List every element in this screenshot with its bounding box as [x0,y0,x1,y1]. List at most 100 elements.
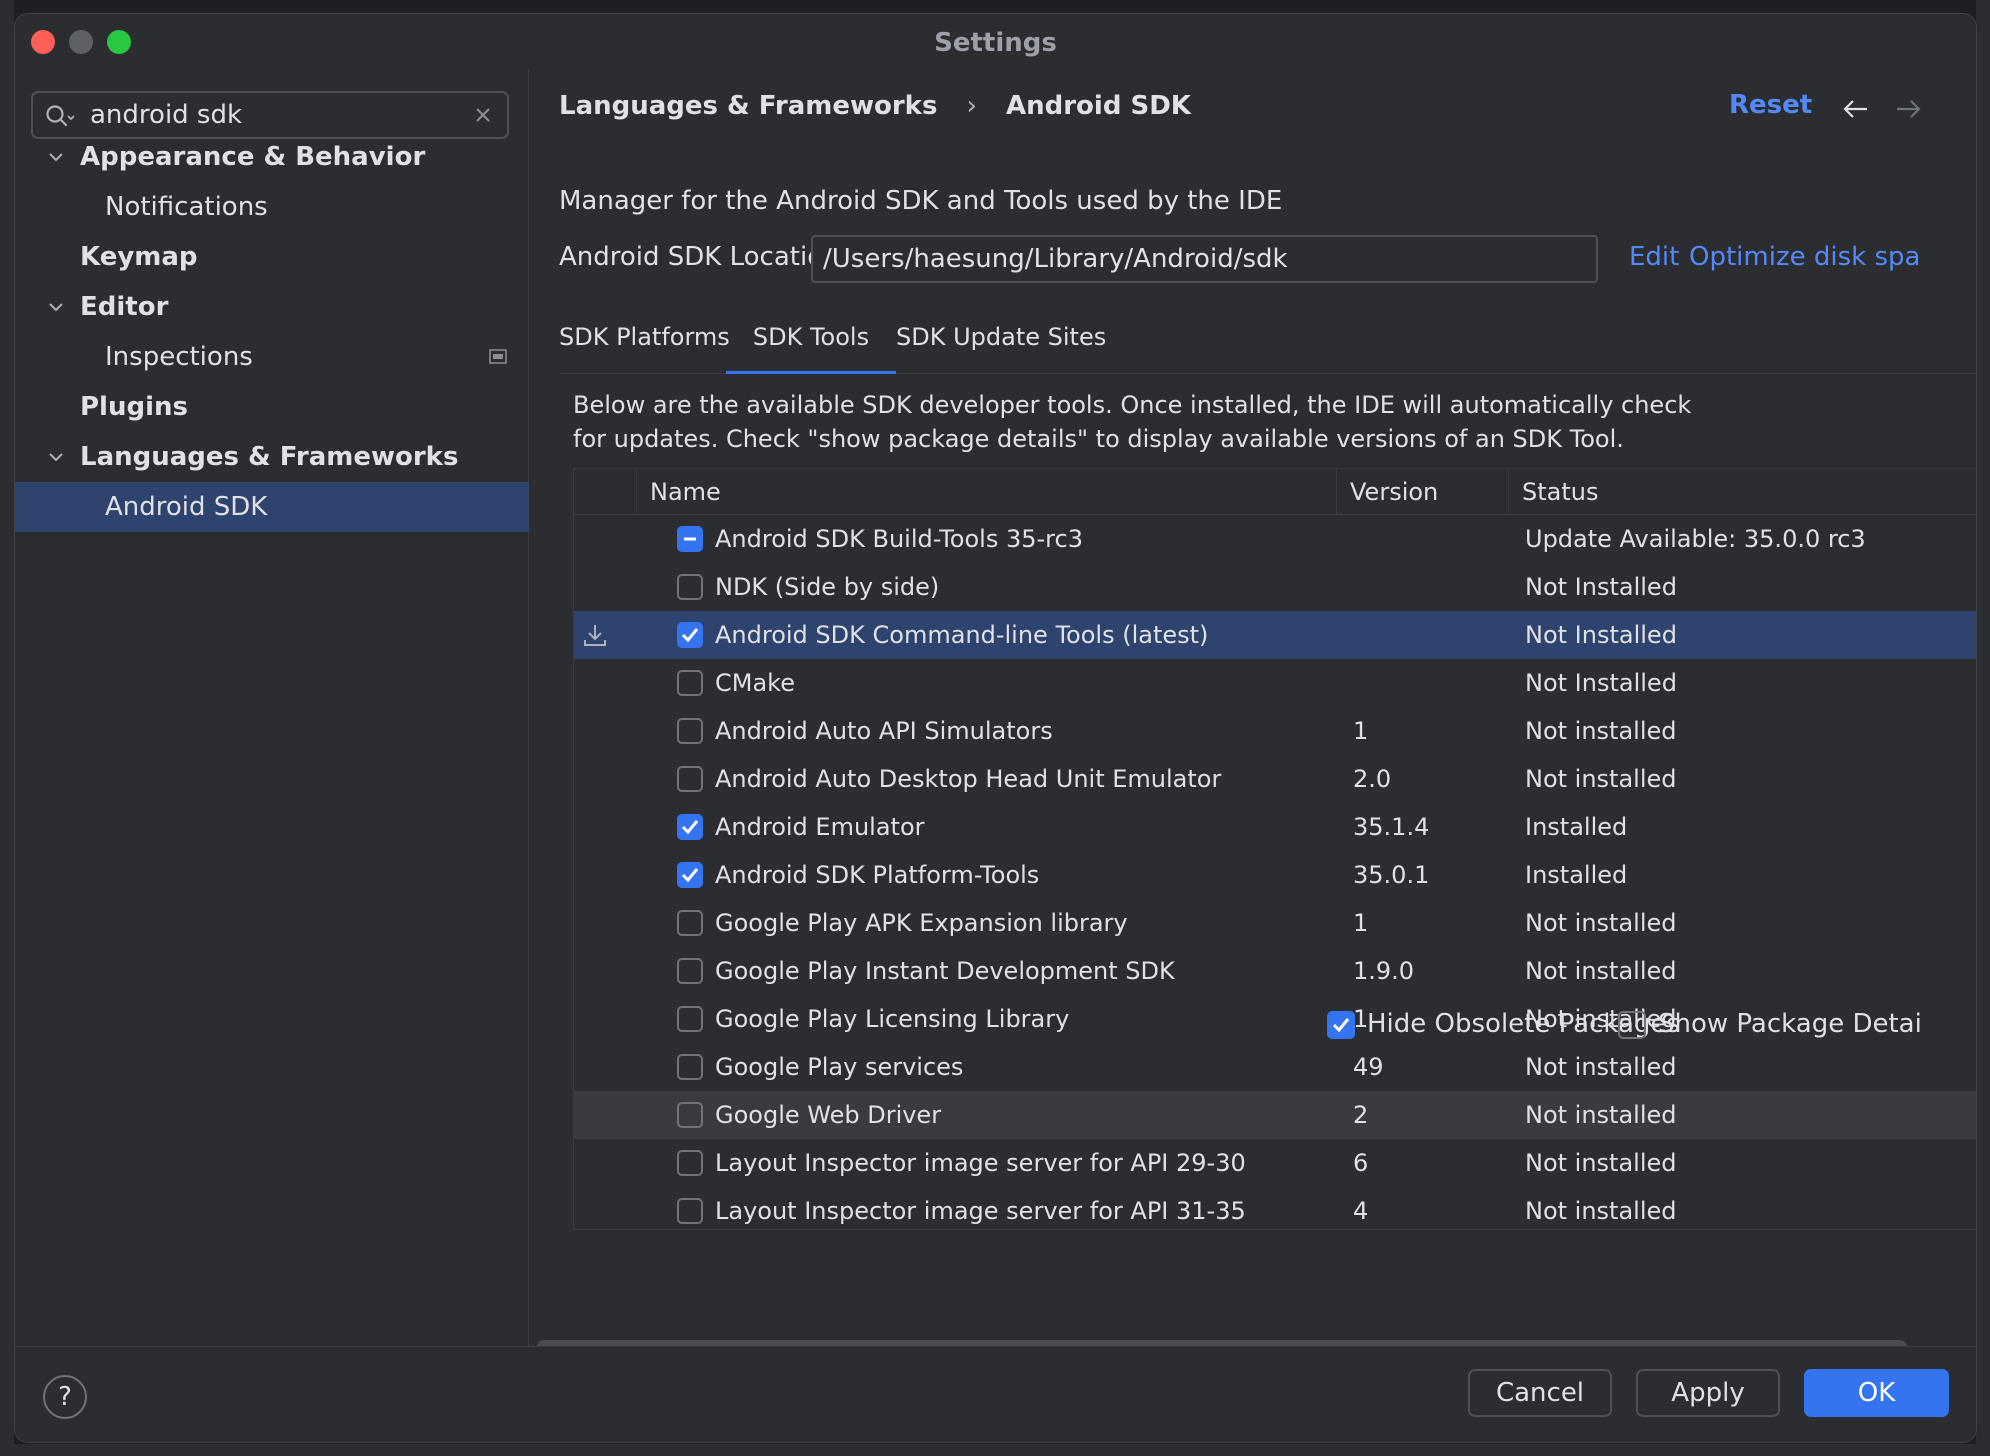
package-status: Not Installed [1525,669,1677,697]
tab-sdk-tools[interactable]: SDK Tools [726,304,896,375]
column-divider[interactable] [1508,469,1509,515]
cancel-button[interactable]: Cancel [1468,1369,1612,1417]
search-input[interactable] [90,97,450,133]
sidebar-item-label: Languages & Frameworks [80,442,459,472]
table-body: Android SDK Build-Tools 35-rc3 Update Ava… [574,515,1976,1229]
sidebar-item-languages-frameworks[interactable]: Languages & Frameworks [15,432,529,482]
arrow-left-icon[interactable] [1841,94,1871,124]
settings-sidebar: Appearance & Behavior Notifications Keym… [15,70,529,1346]
help-button[interactable]: ? [43,1375,87,1419]
arrow-right-icon[interactable] [1893,94,1923,124]
tab-sdk-update-sites[interactable]: SDK Update Sites [896,304,1106,374]
chevron-down-icon[interactable] [45,296,67,318]
row-checkbox[interactable] [677,574,703,600]
package-status: Update Available: 35.0.0 rc3 [1525,525,1866,553]
table-row[interactable]: Android SDK Command-line Tools (latest) N… [574,611,1976,659]
sdk-location-field[interactable] [811,235,1598,283]
main-panel: Languages & Frameworks › Android SDK Res… [529,70,1976,1354]
sidebar-item-notifications[interactable]: Notifications [15,182,529,232]
row-checkbox[interactable] [677,1150,703,1176]
dialog-footer: ? Cancel Apply OK [15,1346,1976,1442]
reset-link[interactable]: Reset [1729,90,1812,120]
checkbox[interactable] [1618,1011,1646,1039]
table-row[interactable]: Layout Inspector image server for API 31… [574,1187,1976,1229]
package-version: 35.1.4 [1353,813,1430,841]
table-row[interactable]: Android Auto Desktop Head Unit Emulator 2… [574,755,1976,803]
table-row[interactable]: CMake Not Installed [574,659,1976,707]
table-row[interactable]: Android Emulator 35.1.4 Installed [574,803,1976,851]
ide-right-strip [1976,0,1990,1456]
row-checkbox[interactable] [677,814,703,840]
breadcrumb-separator: › [966,90,977,121]
edit-location-link[interactable]: Edit [1629,242,1679,272]
package-version: 1 [1353,909,1369,937]
ok-button[interactable]: OK [1804,1369,1949,1417]
package-name: Android Emulator [715,813,925,841]
package-name: Google Play services [715,1053,964,1081]
table-row[interactable]: Google Web Driver 2 Not installed [574,1091,1976,1139]
apply-button[interactable]: Apply [1636,1369,1780,1417]
sidebar-item-inspections[interactable]: Inspections [15,332,529,382]
row-checkbox[interactable] [677,766,703,792]
sidebar-item-editor[interactable]: Editor [15,282,529,332]
page-description: Manager for the Android SDK and Tools us… [559,186,1283,216]
sdk-tools-table: Name Version Status Android SDK Build-To… [573,468,1976,1230]
search-icon[interactable] [45,104,75,130]
sidebar-item-android-sdk[interactable]: Android SDK [15,482,529,532]
sidebar-item-label: Notifications [105,192,268,222]
row-checkbox[interactable] [677,718,703,744]
sidebar-item-label: Keymap [80,242,198,272]
package-name: NDK (Side by side) [715,573,940,601]
package-options: Hide Obsolete Packages Show Package Deta… [529,1004,1976,1044]
sidebar-item-plugins[interactable]: Plugins [15,382,529,432]
row-checkbox[interactable] [677,1198,703,1224]
sidebar-item-appearance-behavior[interactable]: Appearance & Behavior [15,132,529,182]
row-checkbox[interactable] [677,622,703,648]
sidebar-item-label: Editor [80,292,169,322]
column-divider[interactable] [1336,469,1337,515]
package-name: Google Play Instant Development SDK [715,957,1175,985]
row-checkbox[interactable] [677,862,703,888]
table-row[interactable]: Android Auto API Simulators 1 Not installe… [574,707,1976,755]
sdk-tabs: SDK Platforms SDK Tools SDK Update Sites [559,304,1976,375]
title-bar: Settings [15,14,1976,70]
package-name: Android SDK Command-line Tools (latest) [715,621,1209,649]
sidebar-item-keymap[interactable]: Keymap [15,232,529,282]
package-status: Not Installed [1525,621,1677,649]
close-icon[interactable] [471,103,495,127]
sdk-tools-content: Below are the available SDK developer to… [559,374,1976,1310]
table-row[interactable]: NDK (Side by side) Not Installed [574,563,1976,611]
table-row[interactable]: Layout Inspector image server for API 29… [574,1139,1976,1187]
breadcrumb: Languages & Frameworks › Android SDK [559,90,1191,121]
package-status: Not Installed [1525,573,1677,601]
row-checkbox[interactable] [677,1054,703,1080]
breadcrumb-item[interactable]: Languages & Frameworks [559,91,937,121]
checkbox[interactable] [1327,1011,1355,1039]
table-header: Name Version Status [574,469,1976,515]
chevron-down-icon[interactable] [45,146,67,168]
row-checkbox[interactable] [677,526,703,552]
package-status: Not installed [1525,717,1677,745]
column-header-status[interactable]: Status [1522,469,1598,515]
table-row[interactable]: Google Play services 49 Not installed [574,1043,1976,1091]
table-row[interactable]: Android SDK Platform-Tools 35.0.1 Installe… [574,851,1976,899]
table-row[interactable]: Android SDK Build-Tools 35-rc3 Update Ava… [574,515,1976,563]
chevron-down-icon[interactable] [45,446,67,468]
sdk-location-label: Android SDK Location: [559,242,849,272]
row-checkbox[interactable] [677,1102,703,1128]
column-header-name[interactable]: Name [650,469,721,515]
sidebar-item-label: Android SDK [105,492,268,522]
package-name: Android SDK Build-Tools 35-rc3 [715,525,1083,553]
indeterminate-icon [684,537,696,541]
package-status: Not installed [1525,909,1677,937]
row-checkbox[interactable] [677,670,703,696]
package-version: 4 [1353,1197,1369,1225]
table-row[interactable]: Google Play Instant Development SDK 1.9.0… [574,947,1976,995]
package-name: Layout Inspector image server for API 31… [715,1197,1246,1225]
row-checkbox[interactable] [677,910,703,936]
tab-sdk-platforms[interactable]: SDK Platforms [559,304,730,374]
row-checkbox[interactable] [677,958,703,984]
table-row[interactable]: Google Play APK Expansion library 1 Not in… [574,899,1976,947]
optimize-disk-space-link[interactable]: Optimize disk spa [1689,242,1920,272]
column-header-version[interactable]: Version [1350,469,1438,515]
